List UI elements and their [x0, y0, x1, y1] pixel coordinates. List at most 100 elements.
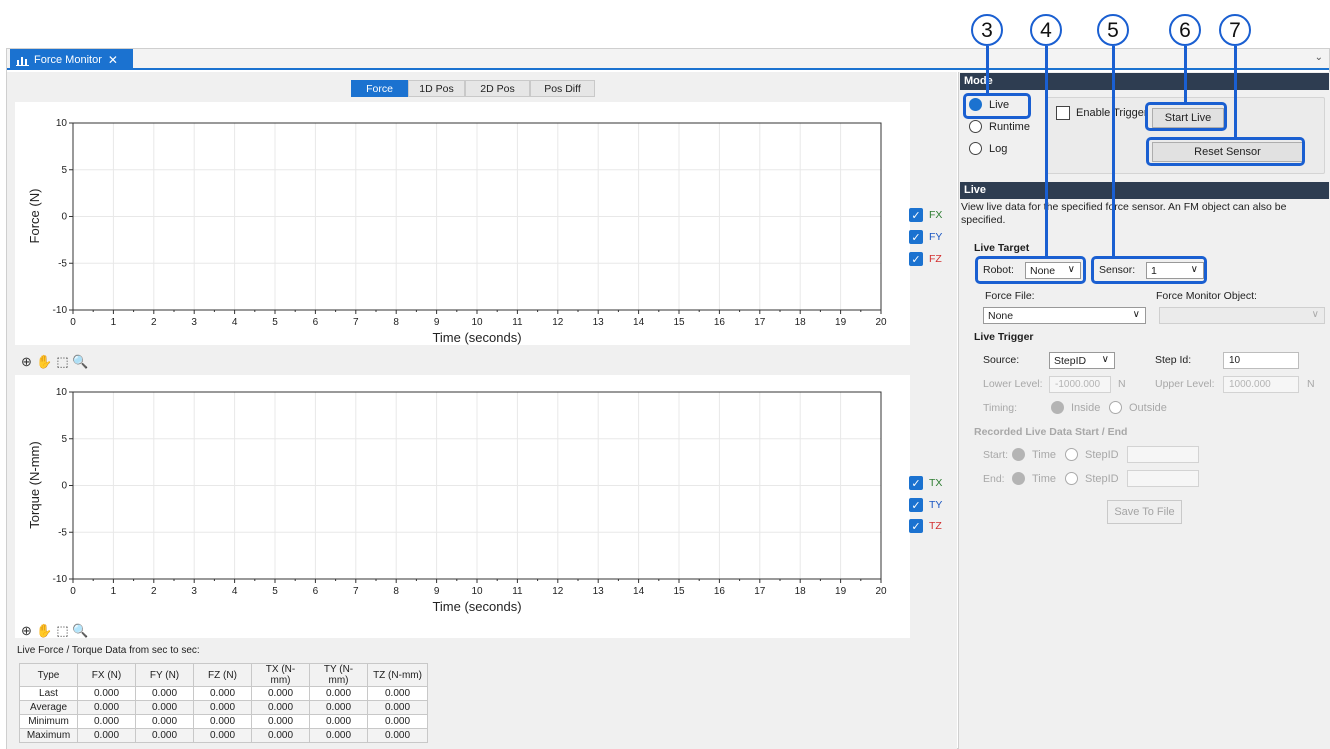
properties-panel: Mode Live Runtime Log Enable Trigger Sta…	[958, 72, 1330, 749]
checkmark-icon: ✓	[909, 252, 923, 266]
tab-force[interactable]: Force	[351, 80, 408, 97]
lower-unit: N	[1118, 378, 1126, 390]
zoom-in-icon[interactable]: ⊕	[19, 354, 34, 369]
chevron-down-icon[interactable]: ⌄	[1315, 52, 1323, 63]
stats-header: TX (N-mm)	[251, 663, 310, 687]
checkmark-icon: ✓	[909, 476, 923, 490]
radio-end-stepid[interactable]: StepID	[1065, 472, 1119, 485]
legend-tx-label: TX	[929, 477, 943, 489]
force-y-tick-label: 0	[61, 212, 67, 223]
table-cell: Average	[19, 700, 78, 715]
radio-inside-label: Inside	[1071, 401, 1101, 414]
live-target-title: Live Target	[974, 242, 1030, 254]
torque-x-tick-label: 2	[151, 586, 157, 597]
force-y-axis-label: Force (N)	[27, 189, 42, 244]
checkmark-icon: ✓	[909, 230, 923, 244]
legend-tx[interactable]: ✓ TX	[909, 476, 942, 490]
torque-x-tick-label: 14	[633, 586, 645, 597]
radio-start-stepid[interactable]: StepID	[1065, 448, 1119, 461]
force-monitor-tab[interactable]: Force Monitor ✕	[10, 49, 133, 70]
legend-tz[interactable]: ✓ TZ	[909, 519, 942, 533]
legend-fx[interactable]: ✓ FX	[909, 208, 942, 222]
pan-hand-icon[interactable]: ✋	[36, 354, 52, 369]
end-value-input[interactable]	[1127, 470, 1199, 487]
zoom-reset-icon[interactable]: 🔍	[72, 623, 88, 638]
radio-inside[interactable]: Inside	[1051, 401, 1100, 414]
radio-runtime-label: Runtime	[989, 120, 1030, 133]
radio-end-time[interactable]: Time	[1012, 472, 1056, 485]
callout-3: 3	[971, 14, 1003, 46]
torque-x-tick-label: 18	[795, 586, 807, 597]
table-cell: 0.000	[77, 714, 136, 729]
torque-x-tick-label: 1	[111, 586, 117, 597]
force-y-tick-label: -5	[58, 258, 67, 269]
force-x-tick-label: 15	[673, 317, 685, 328]
zoom-reset-icon[interactable]: 🔍	[72, 354, 88, 369]
force-x-tick-label: 18	[795, 317, 807, 328]
pan-hand-icon[interactable]: ✋	[36, 623, 52, 638]
torque-chart-panel: 0 1 2 3 4 5 6 7 8 9 10 11 12 13 14 15 16 17 18 19 20 10 5 0 -5 -1…	[15, 375, 910, 638]
chevron-down-icon: ∨	[1311, 309, 1319, 320]
callout-5: 5	[1097, 14, 1129, 46]
step-id-input[interactable]: 10	[1223, 352, 1299, 369]
force-x-tick-label: 9	[434, 317, 440, 328]
radio-selected-icon	[1051, 401, 1064, 414]
enable-trigger-checkbox[interactable]: Enable Trigger	[1056, 106, 1148, 120]
torque-y-tick-label: -10	[53, 574, 68, 585]
lower-level-input[interactable]: -1000.000	[1049, 376, 1111, 393]
force-file-select-value: None	[988, 309, 1014, 322]
zoom-box-icon[interactable]: ⬚	[55, 623, 70, 638]
table-cell: 0.000	[367, 728, 428, 743]
close-icon[interactable]: ✕	[108, 53, 118, 67]
zoom-in-icon[interactable]: ⊕	[19, 623, 34, 638]
callout-4: 4	[1030, 14, 1062, 46]
legend-ty[interactable]: ✓ TY	[909, 498, 942, 512]
table-cell: 0.000	[193, 686, 252, 701]
legend-fz[interactable]: ✓ FZ	[909, 252, 942, 266]
radio-runtime[interactable]: Runtime	[969, 120, 1030, 133]
table-cell: Minimum	[19, 714, 78, 729]
tab-1d-pos[interactable]: 1D Pos	[408, 80, 465, 97]
radio-outside[interactable]: Outside	[1109, 401, 1167, 414]
legend-ty-label: TY	[929, 499, 943, 511]
legend-fy[interactable]: ✓ FY	[909, 230, 942, 244]
torque-x-tick-label: 7	[353, 586, 359, 597]
upper-level-input[interactable]: 1000.000	[1223, 376, 1299, 393]
tab-pos-diff[interactable]: Pos Diff	[530, 80, 595, 97]
source-select[interactable]: StepID ∨	[1049, 352, 1115, 369]
stats-caption: Live Force / Torque Data from sec to sec…	[17, 645, 200, 656]
torque-x-tick-label: 9	[434, 586, 440, 597]
legend-fy-label: FY	[929, 231, 943, 243]
table-cell: 0.000	[77, 728, 136, 743]
recorded-title: Recorded Live Data Start / End	[974, 426, 1128, 438]
force-chart[interactable]: 0 1 2 3 4 5 6 7 8 9 10 11 12 13 14 15 16 17 18 19 201050-5-1…	[15, 102, 910, 345]
chart-area: Force 1D Pos 2D Pos Pos Diff 01234567891…	[7, 72, 957, 749]
force-y-tick-label: -10	[53, 305, 68, 316]
table-cell: 0.000	[193, 700, 252, 715]
force-x-tick-label: 0	[70, 317, 76, 328]
torque-y-tick-label: -5	[58, 527, 67, 538]
torque-x-tick-label: 3	[191, 586, 197, 597]
torque-x-tick-label: 15	[673, 586, 685, 597]
torque-x-tick-label: 6	[313, 586, 319, 597]
radio-log[interactable]: Log	[969, 142, 1007, 155]
torque-x-axis-label: Time (seconds)	[432, 599, 521, 614]
zoom-box-icon[interactable]: ⬚	[55, 354, 70, 369]
force-x-tick-label: 6	[313, 317, 319, 328]
force-x-tick-label: 2	[151, 317, 157, 328]
radio-start-time[interactable]: Time	[1012, 448, 1056, 461]
radio-icon	[1109, 401, 1122, 414]
force-chart-panel: 0 1 2 3 4 5 6 7 8 9 10 11 12 13 14 15 16 17 18 19 20 10 5 0 -5 -1…	[15, 102, 910, 345]
callout-6-number: 6	[1179, 18, 1191, 42]
callout-3-number: 3	[981, 18, 993, 42]
tab-2d-pos[interactable]: 2D Pos	[465, 80, 530, 97]
force-x-tick-label: 5	[272, 317, 278, 328]
save-to-file-button[interactable]: Save To File	[1107, 500, 1182, 524]
force-file-select[interactable]: None ∨	[983, 307, 1146, 324]
table-cell: 0.000	[251, 728, 310, 743]
fm-object-select[interactable]: ∨	[1159, 307, 1325, 324]
start-value-input[interactable]	[1127, 446, 1199, 463]
torque-chart[interactable]: 0 1 2 3 4 5 6 7 8 9 10 11 12 13 14 15 16 17 18 19 201050-5-1…	[15, 375, 910, 638]
callout-5-connector	[1112, 46, 1115, 258]
callout-5-highlight	[1091, 256, 1207, 284]
